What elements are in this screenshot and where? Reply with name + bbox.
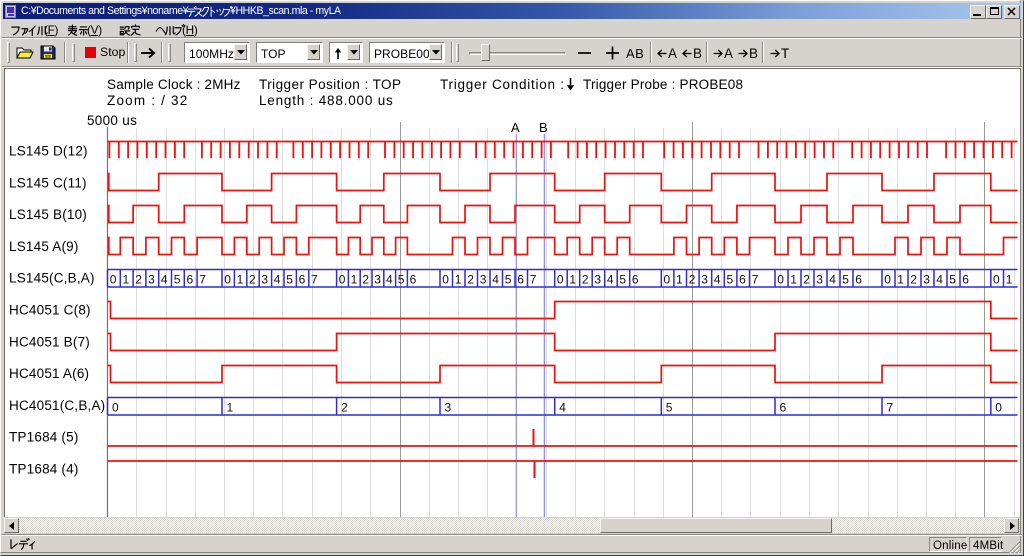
svg-text:A: A	[511, 120, 520, 135]
svg-text:6: 6	[739, 273, 746, 287]
svg-text:1: 1	[1006, 273, 1013, 287]
svg-text:6: 6	[517, 273, 524, 287]
svg-text:Zoom : / 32: Zoom : / 32	[107, 93, 188, 108]
svg-text:1: 1	[351, 273, 358, 287]
svg-text:7: 7	[530, 273, 537, 287]
svg-text:3: 3	[594, 273, 601, 287]
svg-text:1: 1	[897, 273, 904, 287]
svg-text:2: 2	[803, 273, 810, 287]
svg-text:4: 4	[829, 273, 836, 287]
svg-text:3: 3	[923, 273, 930, 287]
svg-text:5: 5	[505, 273, 512, 287]
svg-text:1: 1	[790, 273, 797, 287]
svg-text:6: 6	[962, 273, 969, 287]
svg-text:3: 3	[480, 273, 487, 287]
svg-text:0: 0	[777, 273, 784, 287]
svg-text:HC4051(C,B,A): HC4051(C,B,A)	[9, 398, 105, 413]
svg-text:Trigger Probe : PROBE08: Trigger Probe : PROBE08	[583, 77, 743, 92]
svg-text:5: 5	[398, 273, 405, 287]
svg-text:5: 5	[174, 273, 181, 287]
svg-text:2: 2	[135, 273, 142, 287]
svg-text:B: B	[539, 120, 548, 135]
svg-text:2: 2	[341, 401, 348, 415]
svg-text:5: 5	[666, 401, 673, 415]
svg-text:3: 3	[816, 273, 823, 287]
svg-text:1: 1	[455, 273, 462, 287]
svg-text:4: 4	[714, 273, 721, 287]
svg-text:5: 5	[286, 273, 293, 287]
svg-text:3: 3	[374, 273, 381, 287]
svg-text:6: 6	[410, 273, 417, 287]
svg-text:5000 us: 5000 us	[87, 113, 137, 128]
svg-text:1: 1	[676, 273, 683, 287]
svg-text:0: 0	[664, 273, 671, 287]
svg-text:LS145 C(11): LS145 C(11)	[9, 175, 87, 190]
svg-text:TP1684 (5): TP1684 (5)	[9, 430, 79, 445]
svg-text:2: 2	[582, 273, 589, 287]
svg-text:LS145 B(10): LS145 B(10)	[9, 207, 87, 222]
svg-text:3: 3	[701, 273, 708, 287]
svg-text:2: 2	[467, 273, 474, 287]
svg-text:6: 6	[187, 273, 194, 287]
svg-text:HC4051 B(7): HC4051 B(7)	[9, 334, 90, 349]
svg-text:4: 4	[559, 401, 566, 415]
svg-text:1: 1	[123, 273, 130, 287]
svg-text:5: 5	[949, 273, 956, 287]
svg-text:1: 1	[569, 273, 576, 287]
svg-text:5: 5	[619, 273, 626, 287]
svg-text:0: 0	[110, 273, 117, 287]
svg-text:Sample Clock : 2MHz: Sample Clock : 2MHz	[107, 77, 241, 92]
svg-text:2: 2	[362, 273, 369, 287]
svg-text:4: 4	[161, 273, 168, 287]
svg-text:3: 3	[445, 401, 452, 415]
svg-text:4: 4	[607, 273, 614, 287]
svg-text:2: 2	[910, 273, 917, 287]
svg-text:0: 0	[442, 273, 449, 287]
svg-text:7: 7	[199, 273, 206, 287]
svg-text:0: 0	[557, 273, 564, 287]
svg-text:6: 6	[780, 401, 787, 415]
svg-text:4: 4	[492, 273, 499, 287]
svg-text:2: 2	[689, 273, 696, 287]
svg-text:0: 0	[224, 273, 231, 287]
svg-text:4: 4	[936, 273, 943, 287]
svg-text:Length : 488.000 us: Length : 488.000 us	[259, 93, 394, 108]
svg-text:7: 7	[887, 401, 894, 415]
svg-text:LS145 A(9): LS145 A(9)	[9, 239, 79, 254]
svg-text:0: 0	[112, 401, 119, 415]
svg-text:0: 0	[995, 401, 1002, 415]
svg-text:0: 0	[339, 273, 346, 287]
svg-text:7: 7	[752, 273, 759, 287]
svg-text:6: 6	[299, 273, 306, 287]
svg-text:5: 5	[727, 273, 734, 287]
svg-text:HC4051 C(8): HC4051 C(8)	[9, 303, 91, 318]
svg-text:TP1684 (4): TP1684 (4)	[9, 462, 79, 477]
svg-text:3: 3	[261, 273, 268, 287]
svg-text:4: 4	[386, 273, 393, 287]
svg-text:6: 6	[855, 273, 862, 287]
svg-text:LS145 D(12): LS145 D(12)	[9, 144, 88, 159]
svg-text:LS145(C,B,A): LS145(C,B,A)	[9, 271, 95, 286]
svg-text:5: 5	[842, 273, 849, 287]
svg-text:Trigger Condition :: Trigger Condition :	[440, 77, 565, 92]
svg-text:6: 6	[632, 273, 639, 287]
svg-text:1: 1	[227, 401, 234, 415]
svg-text:4: 4	[274, 273, 281, 287]
svg-text:0: 0	[884, 273, 891, 287]
svg-text:2: 2	[249, 273, 256, 287]
svg-text:0: 0	[993, 273, 1000, 287]
svg-text:7: 7	[311, 273, 318, 287]
svg-text:HC4051 A(6): HC4051 A(6)	[9, 366, 89, 381]
svg-text:3: 3	[148, 273, 155, 287]
svg-text:Trigger Position : TOP: Trigger Position : TOP	[259, 77, 401, 92]
svg-text:1: 1	[237, 273, 244, 287]
